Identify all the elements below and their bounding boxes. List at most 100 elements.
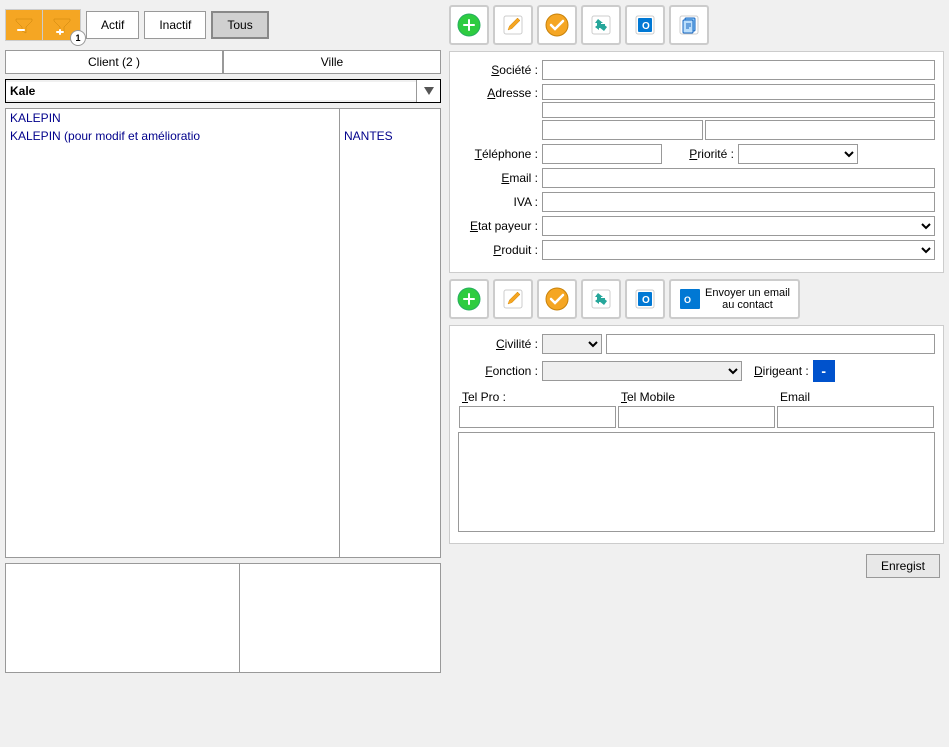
list-item-city: NANTES [340, 127, 440, 145]
results-city-col: NANTES [340, 109, 440, 557]
outlook-btn[interactable]: O [625, 5, 665, 45]
produit-row: Produit : [458, 240, 935, 260]
telephone-input[interactable] [542, 144, 662, 164]
email-label: Email : [458, 171, 538, 185]
results-table: KALEPIN KALEPIN (pour modif et améliorat… [5, 108, 441, 558]
contact-toolbar: O O Envoyer un email au contact [449, 279, 944, 319]
adresse-cp-input[interactable] [542, 120, 703, 140]
copy-icon [677, 13, 701, 37]
copy-btn[interactable] [669, 5, 709, 45]
tel-mobile-group: Tel Mobile [617, 388, 776, 428]
right-panel: O Société : Adresse : [449, 5, 944, 742]
fonction-select[interactable] [542, 361, 742, 381]
adresse-ville-input[interactable] [705, 120, 935, 140]
search-dropdown-btn[interactable] [416, 80, 440, 102]
telephone-row: Téléphone : Priorité : [458, 144, 935, 164]
tel-mobile-input[interactable] [618, 406, 775, 428]
contact-recycle-icon [589, 287, 613, 311]
iva-label: IVA : [458, 195, 538, 209]
telephone-label: Téléphone : [458, 147, 538, 161]
contact-form: Civilité : Fonction : Dirigeant : - Tel … [449, 325, 944, 544]
inactif-btn[interactable]: Inactif [144, 11, 206, 39]
delete-btn[interactable] [581, 5, 621, 45]
results-name-col: KALEPIN KALEPIN (pour modif et améliorat… [6, 109, 340, 557]
address-inputs [542, 84, 935, 140]
chevron-down-icon [424, 87, 434, 95]
etat-payeur-label: Etat payeur : [458, 219, 538, 233]
email-contact-input[interactable] [777, 406, 934, 428]
filter-icon-group: 1 [5, 9, 81, 41]
email-input[interactable] [542, 168, 935, 188]
search-row [5, 79, 441, 103]
email-icon: O [679, 288, 701, 310]
ville-col-header: Ville [223, 50, 441, 74]
svg-text:O: O [684, 295, 691, 305]
societe-input[interactable] [542, 60, 935, 80]
contact-name-input[interactable] [606, 334, 935, 354]
save-bar: Enregist [449, 550, 944, 582]
filter-plus-icon [52, 15, 72, 35]
societe-label: Société : [458, 63, 538, 77]
contact-pencil-icon [501, 287, 525, 311]
contact-outlook-btn[interactable]: O [625, 279, 665, 319]
filter-bar: 1 Actif Inactif Tous [5, 5, 441, 45]
email-contact-header: Email [776, 388, 935, 406]
tous-btn[interactable]: Tous [211, 11, 268, 39]
list-item[interactable]: KALEPIN (pour modif et amélioratio [6, 127, 339, 145]
civilite-label: Civilité : [458, 337, 538, 351]
tel-pro-header: Tel Pro : [458, 388, 617, 406]
email-row: Email : [458, 168, 935, 188]
edit-btn[interactable] [493, 5, 533, 45]
save-btn[interactable]: Enregist [866, 554, 940, 578]
bottom-table [5, 563, 441, 673]
adresse-row2 [542, 120, 935, 140]
client-col-header: Client (2 ) [5, 50, 223, 74]
civilite-select[interactable] [542, 334, 602, 354]
pencil-icon [501, 13, 525, 37]
tel-pro-input[interactable] [459, 406, 616, 428]
email-btn-text: Envoyer un email au contact [705, 287, 790, 311]
contact-edit-btn[interactable] [493, 279, 533, 319]
societe-row: Société : [458, 60, 935, 80]
contact-delete-btn[interactable] [581, 279, 621, 319]
add-btn[interactable] [449, 5, 489, 45]
notes-textarea[interactable] [458, 432, 935, 532]
fonction-label: Fonction : [458, 364, 538, 378]
search-input[interactable] [6, 82, 416, 100]
produit-label: Produit : [458, 243, 538, 257]
actif-btn[interactable]: Actif [86, 11, 139, 39]
adresse-input2[interactable] [542, 102, 935, 118]
adresse-input1[interactable] [542, 84, 935, 100]
send-email-btn[interactable]: O Envoyer un email au contact [669, 279, 800, 319]
bottom-col2 [240, 564, 440, 672]
contact-add-btn[interactable] [449, 279, 489, 319]
list-item[interactable]: KALEPIN [6, 109, 339, 127]
etat-payeur-row: Etat payeur : [458, 216, 935, 236]
tel-pro-group: Tel Pro : [458, 388, 617, 428]
plus-circle-icon [457, 13, 481, 37]
priorite-select[interactable] [738, 144, 858, 164]
contact-confirm-btn[interactable] [537, 279, 577, 319]
adresse-label: Adresse : [458, 86, 538, 100]
filter-remove-btn[interactable] [5, 9, 43, 41]
dirigeant-label: Dirigeant : [754, 364, 809, 378]
filter-badge: 1 [70, 30, 86, 46]
list-item [340, 109, 440, 127]
recycle-icon [589, 13, 613, 37]
tel-mobile-header: Tel Mobile [617, 388, 776, 406]
filter-minus-icon [14, 15, 34, 35]
svg-text:O: O [642, 21, 650, 32]
contact-check-icon [545, 287, 569, 311]
top-toolbar: O [449, 5, 944, 45]
produit-select[interactable] [542, 240, 935, 260]
iva-input[interactable] [542, 192, 935, 212]
email-group: Email [776, 388, 935, 428]
iva-row: IVA : [458, 192, 935, 212]
confirm-btn[interactable] [537, 5, 577, 45]
list-header: Client (2 ) Ville [5, 50, 441, 74]
etat-payeur-select[interactable] [542, 216, 935, 236]
bottom-col1 [6, 564, 240, 672]
dirigeant-btn[interactable]: - [813, 360, 835, 382]
outlook-icon: O [633, 13, 657, 37]
left-panel: 1 Actif Inactif Tous Client (2 ) Ville K… [5, 5, 441, 742]
